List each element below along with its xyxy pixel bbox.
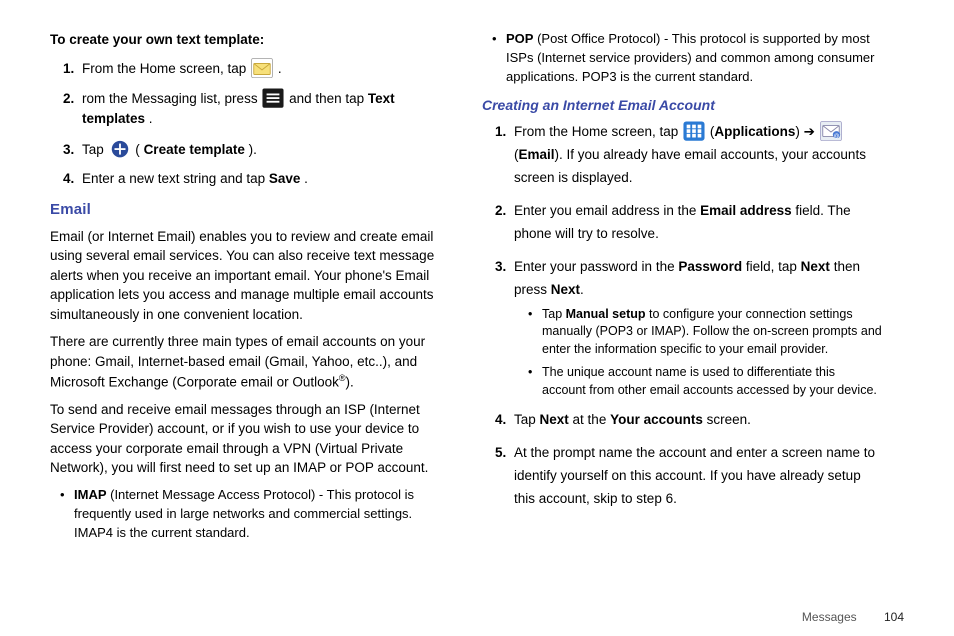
- sub-unique-account: The unique account name is used to diffe…: [528, 364, 882, 399]
- email-para-1: Email (or Internet Email) enables you to…: [50, 227, 450, 325]
- step-4-text-a: Enter a new text string and tap: [82, 171, 269, 186]
- rstep-4-a: Tap: [514, 412, 540, 427]
- rstep-2: Enter you email address in the Email add…: [510, 200, 882, 246]
- rstep-3-sublist: Tap Manual setup to configure your conne…: [514, 306, 882, 400]
- pop-bold: POP: [506, 31, 533, 46]
- sub1-bold: Manual setup: [566, 307, 646, 321]
- step-4: Enter a new text string and tap Save .: [78, 169, 450, 189]
- template-steps: From the Home screen, tap . rom the Mess…: [50, 58, 450, 189]
- rstep-1-bold1: Applications: [714, 124, 795, 139]
- email-para-2-b: ).: [346, 374, 354, 389]
- pop-item: POP (Post Office Protocol) - This protoc…: [492, 30, 882, 87]
- step-3-text-c: ).: [249, 142, 257, 157]
- step-3-bold: Create template: [144, 142, 245, 157]
- step-3: Tap ( Create template ).: [78, 139, 450, 160]
- footer-page-number: 104: [884, 610, 904, 624]
- email-icon: @: [820, 121, 842, 141]
- left-column: To create your own text template: From t…: [50, 30, 450, 548]
- svg-text:@: @: [833, 133, 839, 139]
- rstep-3-b: field, tap: [742, 259, 801, 274]
- imap-bold: IMAP: [74, 487, 107, 502]
- rstep-3-bold1: Password: [678, 259, 742, 274]
- rstep-3-bold2: Next: [801, 259, 830, 274]
- imap-item: IMAP (Internet Message Access Protocol) …: [60, 486, 450, 543]
- step-1-text-a: From the Home screen, tap: [82, 61, 250, 76]
- rstep-4-b: at the: [569, 412, 610, 427]
- rstep-2-bold: Email address: [700, 203, 792, 218]
- step-2-text-a: rom the Messaging list, press: [82, 91, 261, 106]
- messaging-icon: [251, 58, 273, 78]
- menu-icon: [262, 88, 284, 108]
- rstep-4-bold2: Your accounts: [610, 412, 703, 427]
- rstep-1-a: From the Home screen, tap: [514, 124, 682, 139]
- template-heading: To create your own text template:: [50, 30, 450, 50]
- email-para-2-a: There are currently three main types of …: [50, 334, 425, 389]
- rstep-3: Enter your password in the Password fiel…: [510, 256, 882, 399]
- manual-page: To create your own text template: From t…: [0, 0, 954, 556]
- step-2: rom the Messaging list, press and then t…: [78, 88, 450, 128]
- page-footer: Messages 104: [802, 610, 904, 624]
- rstep-4-bold1: Next: [540, 412, 569, 427]
- imap-text: (Internet Message Access Protocol) - Thi…: [74, 487, 414, 540]
- rstep-2-a: Enter you email address in the: [514, 203, 700, 218]
- step-4-bold: Save: [269, 171, 301, 186]
- create-account-heading: Creating an Internet Email Account: [482, 95, 882, 115]
- email-heading: Email: [50, 199, 450, 221]
- applications-icon: [683, 121, 705, 141]
- email-para-2: There are currently three main types of …: [50, 332, 450, 391]
- step-4-text-b: .: [304, 171, 308, 186]
- rstep-4: Tap Next at the Your accounts screen.: [510, 409, 882, 432]
- step-3-text-a: Tap: [82, 142, 108, 157]
- protocol-list-right: POP (Post Office Protocol) - This protoc…: [482, 30, 882, 87]
- rstep-5: At the prompt name the account and enter…: [510, 442, 882, 511]
- create-account-steps: From the Home screen, tap (Applications)…: [482, 121, 882, 511]
- step-1: From the Home screen, tap .: [78, 58, 450, 79]
- rstep-1-c: ) ➔: [795, 124, 818, 139]
- email-para-3: To send and receive email messages throu…: [50, 400, 450, 478]
- registered-mark: ®: [339, 373, 346, 383]
- protocol-list-left: IMAP (Internet Message Access Protocol) …: [50, 486, 450, 543]
- rstep-3-d: .: [580, 282, 584, 297]
- step-2-text-b: and then tap: [289, 91, 368, 106]
- step-1-text-b: .: [278, 61, 282, 76]
- rstep-3-a: Enter your password in the: [514, 259, 678, 274]
- sub1-a: Tap: [542, 307, 566, 321]
- step-2-text-c: .: [149, 111, 153, 126]
- add-icon: [109, 139, 131, 159]
- rstep-1-bold2: Email: [519, 147, 555, 162]
- rstep-3-bold3: Next: [551, 282, 580, 297]
- footer-section: Messages: [802, 610, 857, 624]
- rstep-1-e: ). If you already have email accounts, y…: [514, 147, 866, 185]
- right-column: POP (Post Office Protocol) - This protoc…: [482, 30, 882, 548]
- step-3-text-b: (: [135, 142, 140, 157]
- pop-text: (Post Office Protocol) - This protocol i…: [506, 31, 875, 84]
- rstep-4-c: screen.: [703, 412, 751, 427]
- rstep-1: From the Home screen, tap (Applications)…: [510, 121, 882, 190]
- sub-manual-setup: Tap Manual setup to configure your conne…: [528, 306, 882, 359]
